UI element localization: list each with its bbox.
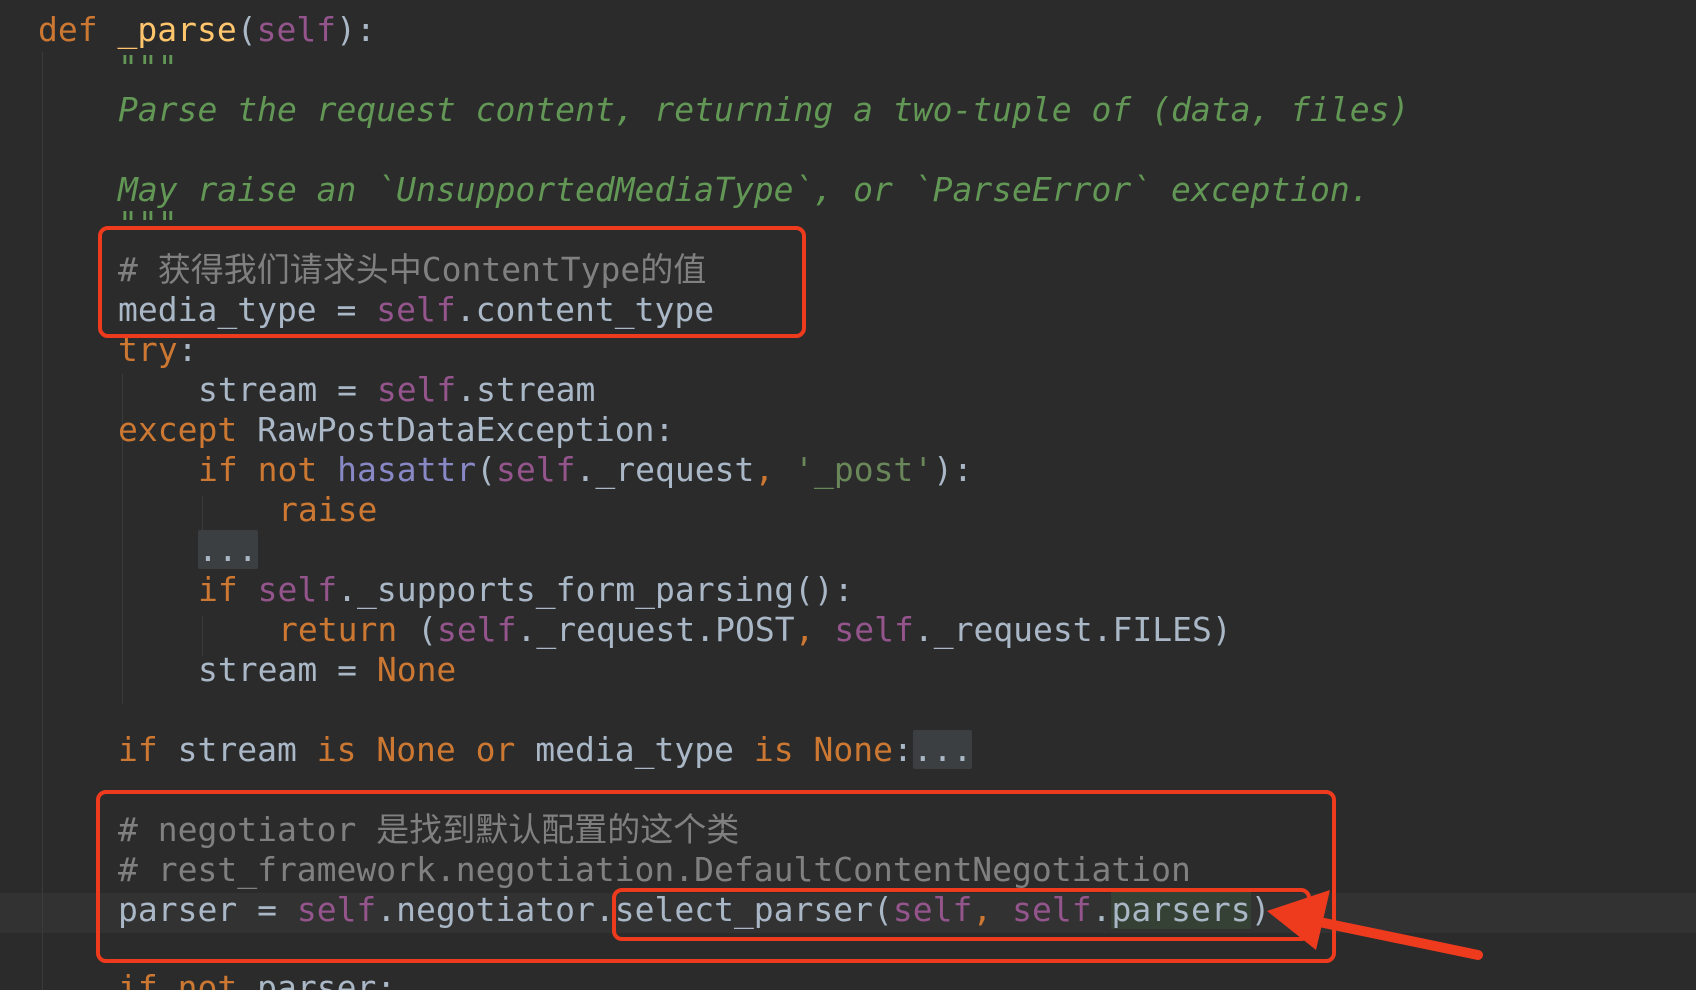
arrow-shaft (1295, 913, 1483, 960)
arrow-head (1267, 890, 1330, 950)
annotation-arrow (1267, 890, 1483, 960)
code-editor[interactable]: def _parse(self): """ Parse the request … (0, 0, 1696, 990)
